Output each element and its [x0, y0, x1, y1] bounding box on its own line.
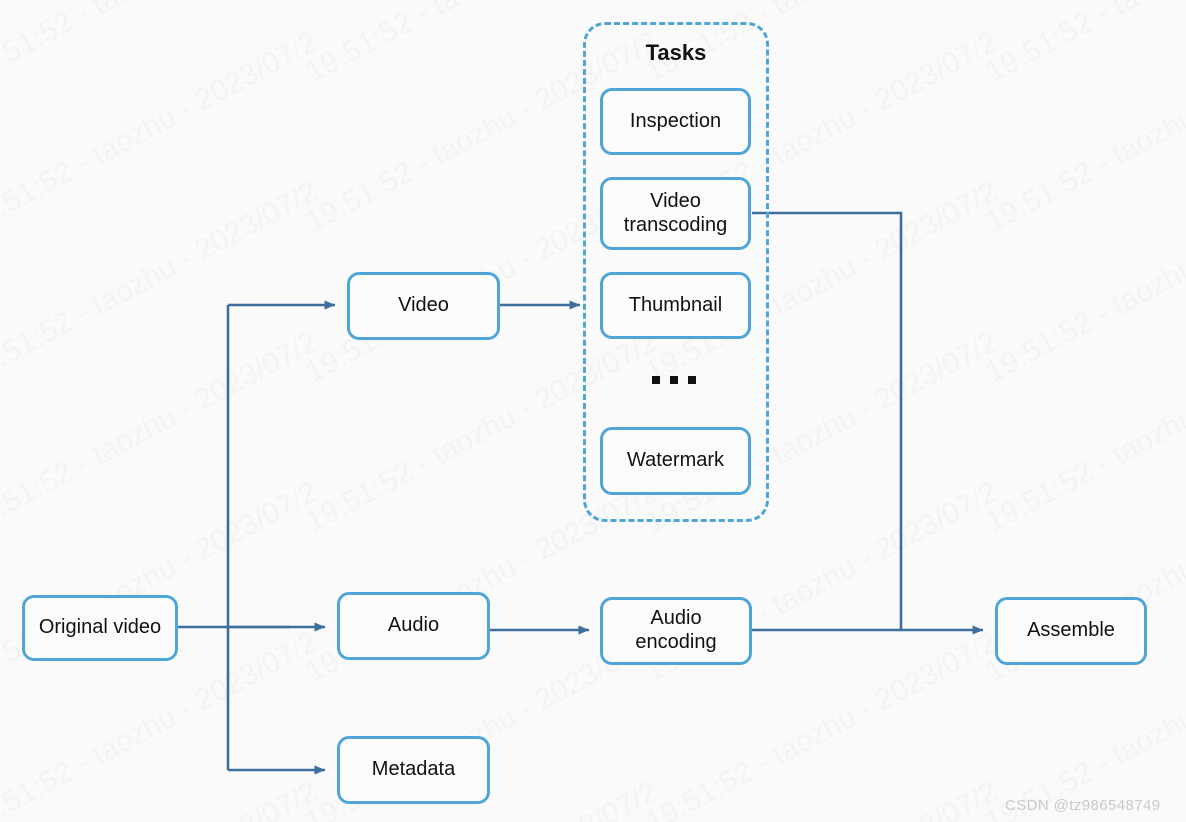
background-watermark-text: 19:51:52 - taozhu - 2023/07/2 [0, 25, 324, 240]
background-watermark-text: 19:51:52 - taozhu - 2023/07/2 [980, 325, 1186, 540]
node-audio-encoding-label: Audio encoding [635, 607, 717, 653]
background-watermark-text: 19:51:52 - taozhu - 2023/07/2 [980, 0, 1186, 90]
diagram-canvas: 19:51:52 - taozhu - 2023/07/2 19:51:52 - … [0, 0, 1186, 822]
node-audio-label: Audio [387, 614, 440, 637]
background-watermark-text: 19:51:52 - taozhu - 2023/07/2 [0, 0, 324, 90]
task-node-thumbnail[interactable]: Thumbnail [600, 272, 751, 339]
task-node-video-transcoding[interactable]: Video transcoding [600, 177, 751, 250]
node-audio[interactable]: Audio [337, 592, 490, 660]
ellipsis-dot-icon [652, 376, 660, 384]
node-original-video[interactable]: Original video [22, 595, 178, 661]
tasks-group-title: Tasks [645, 40, 707, 65]
background-watermark-text: 19:51:52 - taozhu - 2023/07/2 [0, 175, 324, 390]
node-metadata[interactable]: Metadata [337, 736, 490, 804]
background-watermark-text: 19:51:52 - taozhu - 2023/07/2 [980, 175, 1186, 390]
task-node-inspection[interactable]: Inspection [600, 88, 751, 155]
node-video-label: Video [398, 294, 449, 317]
tasks-ellipsis [652, 376, 696, 384]
node-original-video-label: Original video [38, 616, 162, 639]
ellipsis-dot-icon [688, 376, 696, 384]
csdn-watermark: CSDN @tz986548749 [1005, 797, 1161, 814]
task-node-video-transcoding-label: Video transcoding [623, 189, 728, 236]
background-watermark-text: 19:51:52 - taozhu - 2023/07/2 [980, 25, 1186, 240]
edge-video-transcoding-to-assemble [752, 211, 903, 630]
background-watermark-text: 19:51:52 - taozhu - 2023/07/2 [0, 325, 324, 540]
background-watermark-text: 19:51:52 - taozhu - 2023/07/2 [0, 775, 324, 822]
node-audio-encoding[interactable]: Audio encoding [600, 597, 752, 665]
background-watermark-text: 19:51:52 - taozhu - 2023/07/2 [640, 775, 1004, 822]
node-metadata-label: Metadata [371, 758, 456, 781]
node-video[interactable]: Video [347, 272, 500, 340]
ellipsis-dot-icon [670, 376, 678, 384]
node-assemble[interactable]: Assemble [995, 597, 1147, 665]
task-node-watermark-label: Watermark [626, 449, 725, 472]
task-node-watermark[interactable]: Watermark [600, 427, 751, 495]
node-assemble-label: Assemble [1027, 619, 1115, 642]
task-node-inspection-label: Inspection [629, 109, 722, 132]
task-node-thumbnail-label: Thumbnail [628, 293, 723, 316]
